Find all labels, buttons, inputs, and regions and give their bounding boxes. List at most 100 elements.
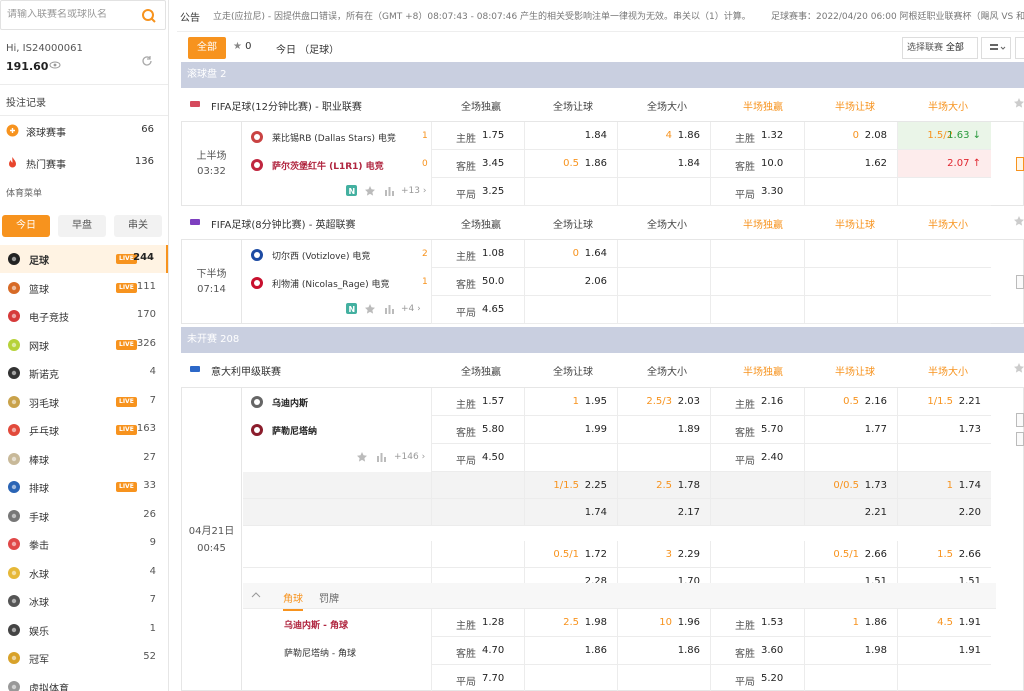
star-icon[interactable] [1013,215,1024,227]
odds-cell[interactable]: 平局 2.40 [710,444,804,472]
sport-item-3[interactable]: 网球 LIVE 326 [0,331,168,359]
odds-cell[interactable]: 主胜 2.16 [710,388,804,416]
odds-cell[interactable]: 1.77 [804,416,897,444]
odds-cell[interactable]: 主胜 1.57 [431,388,524,416]
odds-cell[interactable]: 2.5/3 2.03 [617,388,710,416]
sport-item-11[interactable]: 水球 4 [0,559,168,587]
odds-cell[interactable]: 客胜 10.0 [710,150,804,178]
odds-cell[interactable] [431,472,524,499]
odds-cell[interactable]: 客胜 5.80 [431,416,524,444]
odds-cell[interactable]: 2.5 1.78 [617,472,710,499]
odds-cell[interactable]: 1.84 [617,150,710,178]
nav-hot-events[interactable]: 热门赛事 136 [0,152,168,174]
odds-cell[interactable]: 1.89 [617,416,710,444]
star-icon[interactable] [1013,362,1024,374]
odds-cell[interactable]: 1 1.95 [524,388,617,416]
tab-cards[interactable]: 罚牌 [319,590,339,605]
team-row[interactable]: 萨勒尼塔纳 [250,421,435,441]
odds-cell[interactable] [710,541,804,568]
odds-cell[interactable]: 0.5 2.16 [804,388,897,416]
odds-cell[interactable] [897,444,991,472]
odds-cell[interactable]: 0/0.5 1.73 [804,472,897,499]
stats-icon[interactable] [384,303,395,317]
odds-cell[interactable] [897,178,991,206]
odds-cell[interactable]: 客胜 5.70 [710,416,804,444]
odds-cell[interactable]: 主胜 1.75 [431,122,524,150]
odds-cell[interactable]: 2.06 [524,268,617,296]
odds-cell[interactable]: 2.07 ↑ [897,150,991,178]
more-markets-link[interactable]: +4 › [401,304,421,314]
side-control-button[interactable] [1016,275,1024,289]
odds-cell[interactable] [804,178,897,206]
notice-text[interactable]: 立走(应拉尼) - 因提供盘口错误，所有在（GMT +8）08:07:43 - … [213,9,751,22]
team-row[interactable]: 萨尔茨堡红牛 (L1R1) 电竞 0 [250,156,435,176]
odds-cell[interactable] [617,296,710,324]
odds-cell[interactable]: 1/1.5 2.25 [524,472,617,499]
all-button[interactable]: 全部 [188,37,226,59]
odds-cell[interactable] [897,296,991,324]
odds-cell[interactable]: 平局 4.50 [431,444,524,472]
sport-item-2[interactable]: 电子竞技 170 [0,302,168,330]
eye-icon[interactable] [49,60,61,73]
favorites-button[interactable]: ★ 0 [233,41,252,52]
more-markets-link[interactable]: +146 › [394,452,425,462]
tab-parlay[interactable]: 串关 [114,215,162,237]
side-control-button[interactable] [1016,413,1024,427]
odds-cell[interactable] [710,472,804,499]
odds-cell[interactable]: 1.98 [804,637,897,665]
odds-cell[interactable]: 平局 3.25 [431,178,524,206]
odds-cell[interactable]: 1.5 2.66 [897,541,991,568]
odds-cell[interactable] [710,268,804,296]
odds-cell[interactable] [524,444,617,472]
odds-cell[interactable] [617,665,710,691]
team-row[interactable]: 乌迪内斯 - 角球 [250,615,435,635]
sport-item-1[interactable]: 篮球 LIVE 111 [0,274,168,302]
team-row[interactable]: 利物浦 (Nicolas_Rage) 电竞 1 [250,274,435,294]
odds-cell[interactable] [431,541,524,568]
sport-item-14[interactable]: 冠军 52 [0,644,168,672]
search-input[interactable] [7,9,135,20]
stats-icon[interactable] [384,185,395,199]
odds-cell[interactable]: 2.17 [617,499,710,526]
tab-early[interactable]: 早盘 [58,215,106,237]
team-row[interactable]: 乌迪内斯 [250,393,435,413]
team-row[interactable]: 萨勒尼塔纳 - 角球 [250,643,435,663]
odds-cell[interactable]: 1.86 [524,637,617,665]
odds-cell[interactable]: 1.62 [804,150,897,178]
odds-cell[interactable] [804,268,897,296]
sport-item-10[interactable]: 拳击 9 [0,530,168,558]
notice-text-2[interactable]: 足球赛事：2022/04/20 06:00 阿根廷职业联赛杯（飓风 VS 和 [771,9,1024,22]
odds-cell[interactable]: 1 1.74 [897,472,991,499]
more-markets-link[interactable]: +13 › [401,186,426,196]
side-control-button[interactable] [1016,432,1024,446]
odds-cell[interactable]: 客胜 3.45 [431,150,524,178]
odds-cell[interactable]: 2.21 [804,499,897,526]
sport-item-15[interactable]: 虚拟体育 [0,673,168,691]
sport-item-7[interactable]: 棒球 27 [0,445,168,473]
favorite-star-icon[interactable] [364,303,376,318]
favorite-star-icon[interactable] [364,185,376,200]
odds-cell[interactable]: 客胜 4.70 [431,637,524,665]
odds-cell[interactable]: 3 2.29 [617,541,710,568]
odds-cell[interactable]: 0 2.08 [804,122,897,150]
odds-cell[interactable] [710,240,804,268]
chevron-up-icon[interactable] [251,590,261,601]
refresh-icon[interactable] [140,54,154,71]
tab-corners[interactable]: 角球 [283,590,303,611]
bet-records-link[interactable]: 投注记录 [6,94,46,109]
odds-cell[interactable]: 1.73 [897,416,991,444]
star-icon[interactable] [1013,97,1024,109]
odds-cell[interactable] [710,296,804,324]
odds-cell[interactable] [617,178,710,206]
odds-cell[interactable] [804,665,897,691]
odds-cell[interactable]: 客胜 50.0 [431,268,524,296]
odds-cell[interactable] [804,296,897,324]
settings-toggle-button[interactable] [1015,37,1024,59]
league-select[interactable]: 选择联赛 全部 [902,37,978,59]
odds-cell[interactable]: 1.86 [617,637,710,665]
odds-cell[interactable]: 0.5/1 2.66 [804,541,897,568]
odds-cell[interactable]: 平局 3.30 [710,178,804,206]
team-row[interactable]: 莱比锡RB (Dallas Stars) 电竞 1 [250,128,435,148]
odds-cell[interactable]: 0.5 1.86 [524,150,617,178]
odds-cell[interactable]: 1.74 [524,499,617,526]
